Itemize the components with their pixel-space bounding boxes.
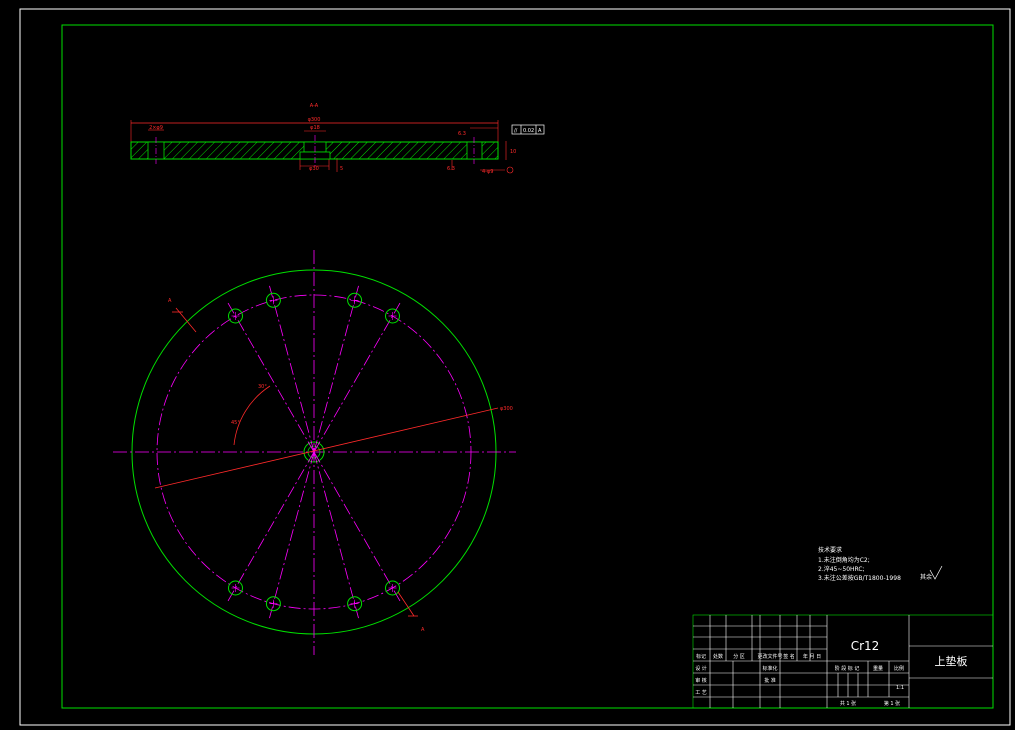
svg-text:签 名: 签 名 (783, 653, 795, 660)
svg-text:5: 5 (340, 166, 343, 172)
section-view: A-A φ300 2×φ9 φ18 φ30 5 6.3 6.3 10 4-φ9 … (130, 103, 545, 175)
svg-text:比例: 比例 (894, 665, 904, 672)
roughness-label: 其余 (920, 573, 932, 581)
radial-centerline-4 (226, 451, 315, 604)
radial-centerline-7 (313, 451, 402, 604)
cad-drawing-canvas: A-A φ300 2×φ9 φ18 φ30 5 6.3 6.3 10 4-φ9 … (19, 8, 1011, 726)
svg-text:10: 10 (510, 149, 516, 155)
svg-text:审 核: 审 核 (695, 677, 707, 684)
section-hole-right (466, 141, 483, 160)
notes-line-2: 2.淬45~50HRC; (818, 565, 865, 573)
svg-text:30°: 30° (258, 384, 267, 390)
svg-text:4-φ9: 4-φ9 (482, 169, 493, 175)
svg-text:A: A (538, 128, 542, 134)
svg-text:更改文件号: 更改文件号 (757, 653, 782, 660)
svg-text:处数: 处数 (713, 653, 723, 660)
angle-dimension-arc (233, 385, 271, 446)
svg-text:标记: 标记 (696, 653, 706, 660)
svg-text:设 计: 设 计 (695, 665, 707, 672)
diameter-dimension-line (154, 407, 499, 489)
notes-line-3: 3.未注公差按GB/T1800-1998 (818, 574, 901, 582)
svg-text:2×φ9: 2×φ9 (149, 125, 163, 131)
part-name: 上垫板 (935, 654, 968, 668)
svg-text:φ300: φ300 (500, 406, 513, 412)
technical-notes: 技术要求 1.未注倒角均为C2; 2.淬45~50HRC; 3.未注公差按GB/… (818, 546, 943, 582)
radial-centerline-2 (268, 282, 315, 453)
sheet-outer-border (19, 8, 1011, 726)
svg-text://: // (514, 128, 518, 134)
svg-text:标准化: 标准化 (762, 665, 777, 672)
svg-text:年 月 日: 年 月 日 (803, 653, 821, 660)
material-label: Cr12 (851, 639, 880, 653)
svg-text:第 1 张: 第 1 张 (884, 700, 900, 707)
svg-text:φ18: φ18 (310, 125, 320, 131)
scale-value: 1:1 (896, 685, 904, 691)
svg-text:6.3: 6.3 (458, 131, 466, 137)
svg-text:共 1 张: 共 1 张 (840, 700, 856, 707)
svg-text:0.02: 0.02 (523, 128, 534, 134)
section-letter-bottom: A (421, 627, 425, 633)
radial-centerline-5 (268, 451, 315, 622)
svg-text:工 艺: 工 艺 (695, 690, 707, 696)
svg-text:φ30: φ30 (309, 166, 319, 172)
svg-text:批 准: 批 准 (764, 677, 776, 684)
svg-text:分 区: 分 区 (733, 653, 745, 660)
section-letter-top: A (168, 298, 172, 304)
radial-centerline-1 (313, 282, 360, 453)
section-title: A-A (310, 103, 319, 109)
radial-centerline-6 (313, 451, 360, 622)
svg-text:重量: 重量 (873, 665, 883, 672)
plan-view: A A φ300 30° 45° (113, 250, 516, 655)
svg-text:φ300: φ300 (308, 117, 321, 123)
svg-text:45°: 45° (231, 420, 240, 426)
radial-centerline-0 (313, 300, 402, 453)
radial-centerline-3 (226, 300, 315, 453)
svg-text:6.3: 6.3 (447, 166, 455, 172)
notes-line-1: 1.未注倒角均为C2; (818, 556, 870, 564)
svg-text:阶 段 标 记: 阶 段 标 记 (835, 665, 860, 672)
notes-line-0: 技术要求 (818, 546, 842, 554)
